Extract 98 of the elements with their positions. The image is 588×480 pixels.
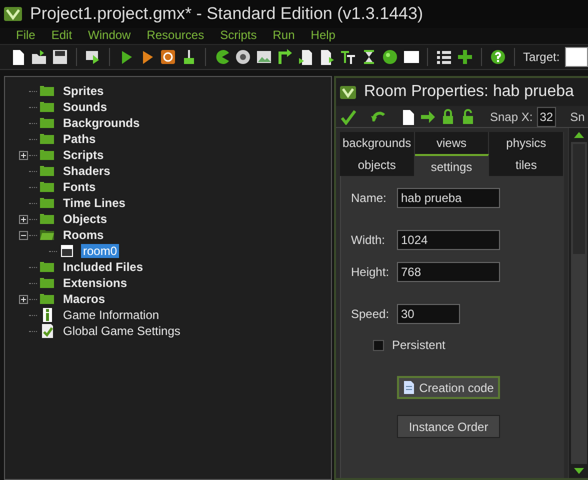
folder-icon <box>39 259 55 275</box>
scrollbar[interactable] <box>568 128 588 478</box>
tree-item[interactable]: Rooms <box>61 228 106 242</box>
app-logo-icon <box>4 7 22 21</box>
undo-icon[interactable] <box>370 108 386 124</box>
tree-item[interactable]: Extensions <box>61 276 130 290</box>
tab[interactable]: objects <box>340 154 415 176</box>
tab[interactable]: views <box>414 132 490 154</box>
tree-item[interactable]: Game Information <box>61 308 162 322</box>
tree-item[interactable]: Global Game Settings <box>61 324 182 338</box>
ball-icon[interactable] <box>382 49 398 65</box>
tab[interactable]: settings <box>414 154 490 176</box>
scrollbar-thumb[interactable] <box>572 144 584 254</box>
collapse-toggle[interactable] <box>18 230 28 240</box>
folder-icon <box>39 99 55 115</box>
tree-item[interactable]: Objects <box>61 212 110 226</box>
app-logo-icon <box>340 86 356 98</box>
snap-y-label: Sn <box>570 108 585 126</box>
snap-x-label: Snap X: <box>490 108 533 126</box>
shader-icon[interactable] <box>319 49 335 65</box>
target-label: Target: <box>523 49 560 66</box>
field-label: Height: <box>351 264 389 281</box>
path-icon[interactable] <box>277 49 293 65</box>
room-icon <box>59 243 75 259</box>
field-label: Width: <box>351 232 386 249</box>
menu-item[interactable]: Run <box>272 28 295 44</box>
folder-icon <box>39 291 55 307</box>
target-dropdown[interactable] <box>564 47 588 67</box>
field-label: Name: <box>351 190 388 207</box>
room-icon[interactable] <box>403 49 419 65</box>
input-field[interactable]: 1024 <box>397 230 500 250</box>
folder-icon <box>39 131 55 147</box>
tree-item[interactable]: Shaders <box>61 164 112 178</box>
save-icon[interactable] <box>52 49 68 65</box>
tree-item[interactable]: Included Files <box>61 260 146 274</box>
folder-icon <box>39 195 55 211</box>
field-label: Speed: <box>351 306 389 323</box>
tree-item[interactable]: Backgrounds <box>61 116 142 130</box>
menu-item[interactable]: Scripts <box>220 28 257 44</box>
tab[interactable]: backgrounds <box>340 132 415 154</box>
tab[interactable]: physics <box>489 132 564 154</box>
image-icon[interactable] <box>256 49 272 65</box>
scroll-down-icon[interactable] <box>574 468 584 474</box>
tab[interactable]: tiles <box>489 154 564 176</box>
help-icon[interactable] <box>490 49 506 65</box>
input-field[interactable]: 768 <box>397 262 500 282</box>
menu-item[interactable]: Resources <box>146 28 204 44</box>
input-field[interactable]: 30 <box>397 304 460 324</box>
tree-item[interactable]: Sprites <box>61 84 106 98</box>
folder-icon <box>39 83 55 99</box>
list-icon[interactable] <box>436 49 452 65</box>
unlock-icon[interactable] <box>460 108 476 124</box>
folder-icon <box>39 211 55 227</box>
expand-toggle[interactable] <box>18 214 28 224</box>
script-icon[interactable] <box>298 49 314 65</box>
tree-item[interactable]: room0 <box>81 244 120 258</box>
folder-icon <box>39 163 55 179</box>
right-arrow-icon[interactable] <box>420 108 436 124</box>
expand-toggle[interactable] <box>18 150 28 160</box>
menu-item[interactable]: Help <box>310 28 336 44</box>
action-button[interactable]: Creation code <box>397 376 500 399</box>
lock-icon[interactable] <box>440 108 456 124</box>
open-folder-icon[interactable] <box>31 49 47 65</box>
tree-item[interactable]: Paths <box>61 132 98 146</box>
folder-icon <box>39 227 55 243</box>
stop-icon[interactable] <box>160 49 176 65</box>
checkbox-label: Persistent <box>392 337 446 354</box>
action-button[interactable]: Instance Order <box>397 415 500 438</box>
plus-icon[interactable] <box>457 49 473 65</box>
checklist-icon <box>39 323 55 339</box>
tree-item[interactable]: Macros <box>61 292 108 306</box>
window-title: Room Properties: hab prueba <box>364 82 574 102</box>
tree-item[interactable]: Fonts <box>61 180 98 194</box>
sound-icon[interactable] <box>235 49 251 65</box>
folder-icon <box>39 115 55 131</box>
folder-icon <box>39 179 55 195</box>
window-title: Project1.project.gmx* - Standard Edition (v1.3.1443) <box>30 3 424 26</box>
menu-item[interactable]: Window <box>88 28 131 44</box>
pacman-icon[interactable] <box>214 49 230 65</box>
expand-toggle[interactable] <box>18 294 28 304</box>
new-file-icon[interactable] <box>400 108 416 124</box>
snap-x-field[interactable]: 32 <box>536 106 556 126</box>
new-file-icon[interactable] <box>10 49 26 65</box>
folder-icon <box>39 147 55 163</box>
hourglass-icon[interactable] <box>361 49 377 65</box>
tree-item[interactable]: Scripts <box>61 148 106 162</box>
checkbox[interactable] <box>373 340 384 350</box>
tree-item[interactable]: Sounds <box>61 100 109 114</box>
input-field[interactable]: hab prueba <box>397 188 500 208</box>
export-icon[interactable] <box>85 49 101 65</box>
font-icon[interactable] <box>340 49 356 65</box>
folder-icon <box>39 275 55 291</box>
checkmark-icon[interactable] <box>340 108 356 124</box>
menu-item[interactable]: Edit <box>51 28 72 44</box>
menu-item[interactable]: File <box>16 28 36 44</box>
document-icon <box>403 380 416 395</box>
tree-item[interactable]: Time Lines <box>61 196 128 210</box>
scroll-up-icon[interactable] <box>574 132 584 138</box>
